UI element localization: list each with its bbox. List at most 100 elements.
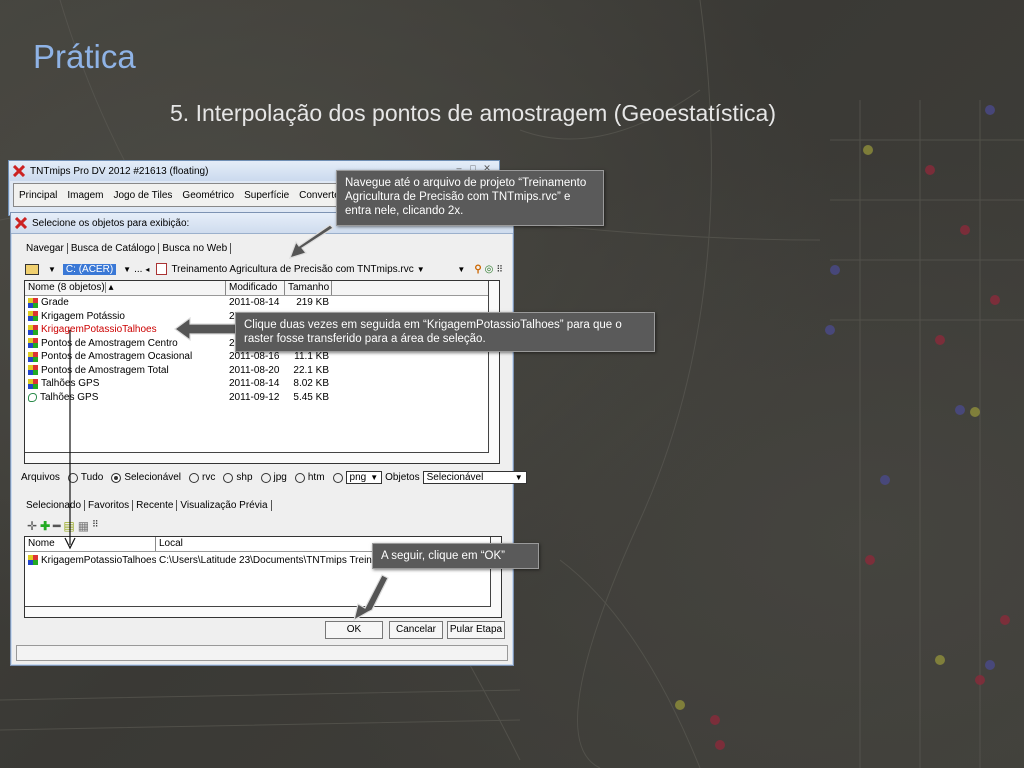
file-row-modified: 2011-08-16 [229,351,280,363]
file-row-name: Pontos de Amostragem Ocasional [41,351,193,363]
rvc-file-icon [156,263,168,275]
callout-navigate: Navegue até o arquivo de projeto “Treina… [336,170,604,226]
filter-row: Arquivos Tudo Selecionável rvc shp jpg h… [21,471,527,484]
tab-busca-catalogo[interactable]: Busca de Catálogo [68,243,160,254]
raster-icon [28,338,38,349]
chevron-down-icon[interactable]: ▼ [48,265,56,274]
file-row-size: 8.02 KB [293,378,329,390]
tab-recente[interactable]: Recente [133,500,178,511]
file-row-modified: 2011-08-14 [229,297,280,309]
file-row-name: KrigagemPotassioTalhoes [41,324,157,336]
raster-icon [28,297,38,308]
add-icon[interactable]: ✚ [40,519,50,533]
tab-favoritos[interactable]: Favoritos [85,500,134,511]
path-ellipsis[interactable]: ... [134,264,142,275]
objetos-select[interactable]: Selecionável ▼ [422,471,527,484]
file-row-name: Talhões GPS [40,391,99,403]
callout-double-click: Clique duas vezes em seguida em “Krigage… [235,312,655,352]
menu-geometrico[interactable]: Geométrico [177,190,239,201]
chevron-down-icon[interactable]: ▼ [457,265,465,274]
radio-tudo-label: Tudo [80,472,104,483]
tab-busca-web[interactable]: Busca no Web [159,243,232,254]
file-row[interactable]: Talhões GPS 2011-09-12 5.45 KB [25,391,499,405]
status-bar [16,645,508,661]
file-row-size: 11.1 KB [294,351,329,363]
slide-subtitle: 5. Interpolação dos pontos de amostragem… [170,100,776,126]
file-list: Nome (8 objetos) ▴ Modificado Tamanho Gr… [24,280,500,464]
skip-step-button[interactable]: Pular Etapa [447,621,505,639]
radio-selecionavel[interactable] [111,472,122,483]
remove-icon[interactable]: ━ [53,519,60,533]
menu-principal[interactable]: Principal [14,190,62,201]
select-objects-dialog: Selecione os objetos para exibição: Nave… [10,212,527,666]
file-row-size: 5.45 KB [293,391,329,403]
column-modificado[interactable]: Modificado [226,281,285,295]
open-icon[interactable]: ▦ [78,519,89,533]
horizontal-scrollbar[interactable] [25,606,491,617]
file-row-size: 219 KB [296,297,329,309]
radio-shp-label: shp [236,472,253,483]
tab-selecionado[interactable]: Selecionado [23,500,86,511]
find-icon[interactable]: ⚲ [474,264,481,275]
file-row[interactable]: Pontos de Amostragem Total 2011-08-20 22.1… [25,364,499,378]
menu-jogo-de-tiles[interactable]: Jogo de Tiles [108,190,177,201]
file-row[interactable]: Pontos de Amostragem Ocasional 2011-08-16… [25,350,499,364]
file-row-name: Talhões GPS [41,378,100,390]
raster-icon [28,324,38,335]
tab-navegar[interactable]: Navegar [23,243,68,254]
move-icon[interactable]: ✛ [27,519,37,533]
grid-icon[interactable]: ⠿ [496,264,503,275]
raster-icon [28,311,38,322]
radio-shp[interactable] [223,472,234,483]
column-nome-selected[interactable]: Nome [25,537,156,551]
horizontal-scrollbar[interactable] [25,452,489,463]
cancel-button[interactable]: Cancelar [389,621,443,639]
vertical-scrollbar[interactable] [488,281,499,463]
radio-htm-label: htm [307,472,325,483]
file-row-name: Pontos de Amostragem Centro [41,337,178,349]
path-toolbar: ▼ C: (ACER) ▼ ... ◂ Treinamento Agricult… [25,261,503,277]
objetos-label: Objetos [385,472,420,483]
radio-jpg[interactable] [260,472,271,483]
raster-icon [28,378,38,389]
radio-htm[interactable] [294,472,305,483]
file-row-size: 22.1 KB [293,364,329,376]
radio-jpg-label: jpg [273,472,287,483]
tab-visualizacao-previa[interactable]: Visualização Prévia [177,500,272,511]
arquivos-label: Arquivos [21,472,60,483]
folder-icon[interactable] [25,263,39,275]
menu-imagem[interactable]: Imagem [62,190,108,201]
radio-rvc[interactable] [189,472,200,483]
drive-selector[interactable]: C: (ACER) [62,263,117,275]
chevron-left-icon[interactable]: ◂ [145,265,149,274]
file-row[interactable]: Grade 2011-08-14 219 KB [25,296,499,310]
file-row[interactable]: Talhões GPS 2011-08-14 8.02 KB [25,377,499,391]
vector-icon [28,392,37,402]
dialog-title: Selecione os objetos para exibição: [32,217,190,229]
column-nome[interactable]: Nome (8 objetos) ▴ [25,281,226,295]
main-window-title: TNTmips Pro DV 2012 #21613 (floating) [30,165,209,177]
file-row-name: Krigagem Potássio [41,310,125,322]
format-select[interactable]: png ▼ [345,471,383,484]
ok-button[interactable]: OK [325,621,383,639]
radio-tudo[interactable] [67,472,78,483]
file-row-name: Grade [41,297,69,309]
selection-tabs: Selecionado Favoritos Recente Visualizaç… [23,500,272,511]
selected-row-name: KrigagemPotassioTalhoes [41,554,156,566]
grid-icon[interactable]: ⠿ [92,519,99,533]
chevron-down-icon[interactable]: ▼ [123,265,131,274]
file-list-header: Nome (8 objetos) ▴ Modificado Tamanho [25,281,499,296]
project-file-path[interactable]: Treinamento Agricultura de Precisão com … [171,264,413,275]
add-layer-icon[interactable]: ▤ [63,519,74,533]
radio-rvc-label: rvc [202,472,216,483]
globe-icon[interactable]: ◎ [485,264,494,275]
column-tamanho[interactable]: Tamanho [285,281,332,295]
chevron-down-icon[interactable]: ▼ [417,265,425,274]
raster-icon [28,554,38,565]
tntmips-app-icon [14,216,28,230]
menu-superficie[interactable]: Superfície [239,190,294,201]
radio-format[interactable] [332,472,343,483]
raster-icon [28,365,38,376]
callout-ok: A seguir, clique em “OK” [372,543,539,569]
selection-toolbar: ✛ ✚ ━ ▤ ▦ ⠿ [27,519,99,533]
